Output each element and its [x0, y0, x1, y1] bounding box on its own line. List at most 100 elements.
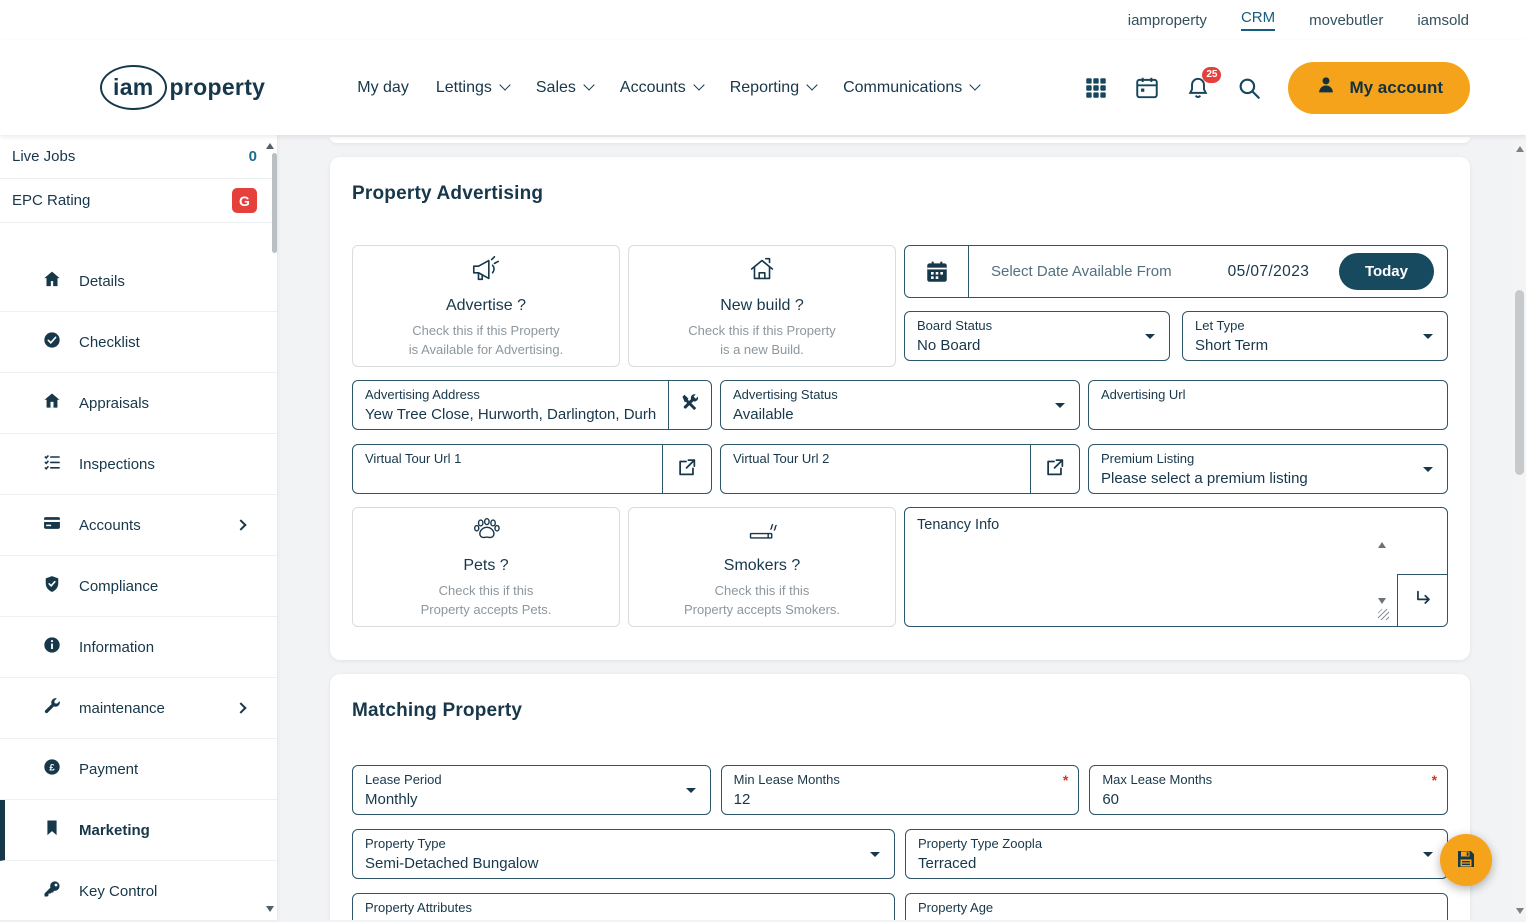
paw-icon	[468, 515, 504, 550]
virtual-tour-url-2-field[interactable]: Virtual Tour Url 2	[720, 444, 1031, 494]
sidebar-scroll-down[interactable]	[266, 906, 274, 912]
previous-card-edge	[330, 137, 1470, 143]
apps-grid-icon[interactable]	[1083, 75, 1109, 101]
calendar-icon[interactable]	[905, 246, 969, 297]
lease-period-select[interactable]: Lease Period Monthly	[352, 765, 711, 815]
nav-lettings[interactable]: Lettings	[436, 79, 511, 97]
live-jobs-count: 0	[248, 148, 257, 165]
virtual-tour-url-1-field[interactable]: Virtual Tour Url 1	[352, 444, 663, 494]
scroll-up-icon[interactable]	[1515, 146, 1524, 152]
sidebar-item-inspections[interactable]: Inspections	[0, 434, 277, 495]
sidebar-item-appraisals[interactable]: Appraisals	[0, 373, 277, 434]
my-account-button[interactable]: My account	[1288, 61, 1470, 114]
board-status-select[interactable]: Board Status No Board	[904, 311, 1170, 361]
app-header: iam property My day Lettings Sales Accou…	[0, 40, 1526, 135]
pound-circle-icon: £	[42, 757, 62, 781]
scroll-up-icon[interactable]	[1378, 542, 1386, 548]
iamproperty-logo[interactable]: iam property	[100, 65, 265, 110]
sidebar-scroll-up[interactable]	[266, 143, 274, 149]
tools-icon	[679, 392, 701, 419]
scroll-down-icon[interactable]	[1515, 908, 1524, 914]
max-lease-months-field[interactable]: Max Lease Months 60 *	[1089, 765, 1449, 815]
sidebar-item-payment[interactable]: £ Payment	[0, 739, 277, 800]
tenancy-scrollbar[interactable]	[1375, 542, 1389, 604]
date-available-from-picker[interactable]: Select Date Available From 05/07/2023 To…	[904, 245, 1448, 298]
open-virtual-tour-1-button[interactable]	[662, 444, 712, 494]
smokers-card-title: Smokers ?	[723, 556, 801, 574]
resize-handle[interactable]	[1378, 609, 1389, 620]
pets-card-desc: Check this if this Property accepts Pets…	[420, 582, 552, 617]
check-circle-icon	[42, 330, 62, 354]
sidebar-item-key-control[interactable]: Key Control	[0, 861, 277, 922]
nav-sales[interactable]: Sales	[536, 79, 595, 97]
sidebar: Live Jobs 0 EPC Rating G Details Checkli…	[0, 135, 277, 922]
property-attributes-field[interactable]: Property Attributes	[352, 893, 895, 920]
chevron-right-icon	[235, 702, 247, 714]
clipboard-check-icon	[42, 452, 62, 476]
property-advertising-card: Property Advertising Advertise ? Check t…	[330, 157, 1470, 660]
logo-property-text: property	[169, 74, 266, 100]
sidebar-item-information[interactable]: Information	[0, 617, 277, 678]
caret-down-icon	[1055, 403, 1065, 408]
sidebar-item-accounts[interactable]: Accounts	[0, 495, 277, 556]
today-button[interactable]: Today	[1338, 253, 1434, 290]
property-type-zoopla-select[interactable]: Property Type Zoopla Terraced	[905, 829, 1448, 879]
property-age-field[interactable]: Property Age	[905, 893, 1448, 920]
sidebar-scrollbar-thumb[interactable]	[272, 153, 277, 253]
top-product-bar: iamproperty CRM movebutler iamsold	[0, 0, 1526, 40]
property-type-select[interactable]: Property Type Semi-Detached Bungalow	[352, 829, 895, 879]
let-type-select[interactable]: Let Type Short Term	[1182, 311, 1448, 361]
advertising-address-group: Advertising Address Yew Tree Close, Hurw…	[352, 380, 712, 430]
edit-address-tools-button[interactable]	[668, 380, 712, 430]
premium-listing-select[interactable]: Premium Listing Please select a premium …	[1088, 444, 1448, 494]
scrollbar-thumb[interactable]	[1515, 290, 1524, 475]
topbar-link-crm[interactable]: CRM	[1240, 9, 1276, 31]
sidebar-item-checklist[interactable]: Checklist	[0, 312, 277, 373]
advertise-checkbox-card[interactable]: Advertise ? Check this if this Property …	[352, 245, 620, 367]
new-build-checkbox-card[interactable]: New build ? Check this if this Property …	[628, 245, 896, 367]
sidebar-item-details[interactable]: Details	[0, 251, 277, 312]
sidebar-item-compliance[interactable]: Compliance	[0, 556, 277, 617]
bank-card-icon	[42, 513, 62, 537]
search-icon[interactable]	[1236, 75, 1262, 101]
epc-rating-row: EPC Rating G	[0, 179, 277, 223]
logo-iam-text: iam	[100, 65, 167, 110]
page-scrollbar[interactable]	[1513, 140, 1526, 920]
topbar-link-iamproperty[interactable]: iamproperty	[1128, 12, 1207, 29]
nav-reporting[interactable]: Reporting	[730, 79, 818, 97]
tenancy-info-textarea[interactable]: Tenancy Info	[904, 507, 1448, 627]
nav-communications[interactable]: Communications	[843, 79, 981, 97]
pets-checkbox-card[interactable]: Pets ? Check this if this Property accep…	[352, 507, 620, 627]
topbar-link-iamsold[interactable]: iamsold	[1417, 12, 1469, 29]
advertising-address-field[interactable]: Advertising Address Yew Tree Close, Hurw…	[352, 380, 670, 430]
chevron-down-icon	[806, 79, 818, 91]
save-icon	[1454, 847, 1478, 874]
new-build-house-icon	[743, 253, 781, 290]
sidebar-item-marketing[interactable]: Marketing	[0, 800, 277, 861]
save-button[interactable]	[1440, 834, 1492, 886]
cigarette-icon	[744, 515, 780, 550]
header-icons: 25	[1083, 66, 1262, 101]
advertising-status-select[interactable]: Advertising Status Available	[720, 380, 1080, 430]
tenancy-enter-button[interactable]	[1397, 574, 1447, 626]
min-lease-months-field[interactable]: Min Lease Months 12 *	[720, 765, 1080, 815]
calendar-icon[interactable]	[1134, 75, 1160, 101]
required-asterisk: *	[1431, 772, 1438, 788]
svg-text:£: £	[49, 763, 55, 774]
nav-accounts[interactable]: Accounts	[620, 79, 705, 97]
topbar-link-movebutler[interactable]: movebutler	[1309, 12, 1383, 29]
enter-arrow-icon	[1412, 587, 1434, 614]
scroll-down-icon[interactable]	[1378, 598, 1386, 604]
chevron-down-icon	[969, 79, 981, 91]
notifications-bell-icon[interactable]: 25	[1185, 66, 1222, 101]
matching-property-card: Matching Property Lease Period Monthly M…	[330, 674, 1470, 920]
sidebar-item-maintenance[interactable]: maintenance	[0, 678, 277, 739]
advertising-url-field[interactable]: Advertising Url	[1088, 380, 1448, 430]
chevron-right-icon	[235, 519, 247, 531]
nav-my-day[interactable]: My day	[357, 79, 409, 97]
new-build-card-desc: Check this if this Property is a new Bui…	[688, 322, 836, 357]
caret-down-icon	[1423, 852, 1433, 857]
smokers-checkbox-card[interactable]: Smokers ? Check this if this Property ac…	[628, 507, 896, 627]
virtual-tour-2-group: Virtual Tour Url 2	[720, 444, 1080, 494]
open-virtual-tour-2-button[interactable]	[1030, 444, 1080, 494]
